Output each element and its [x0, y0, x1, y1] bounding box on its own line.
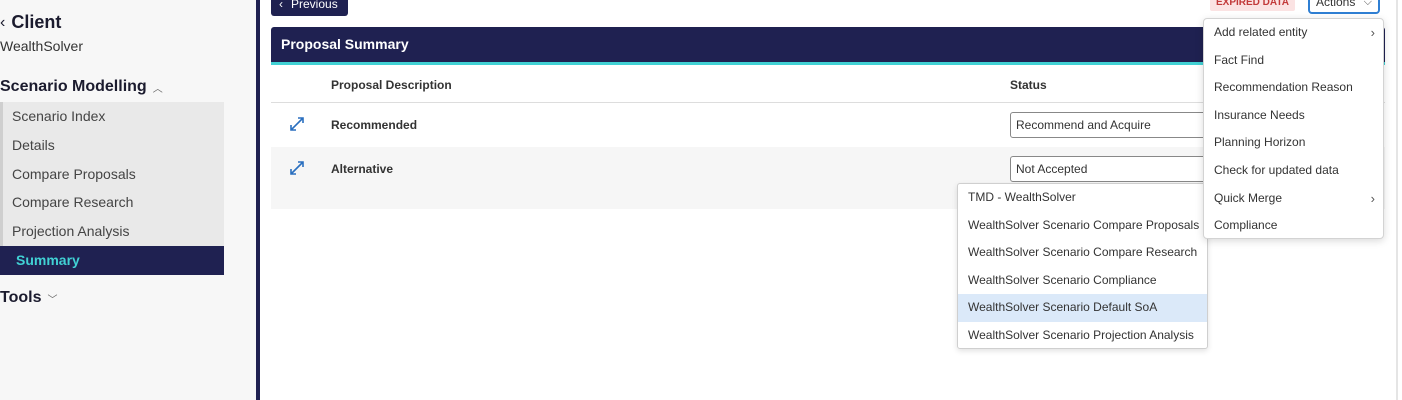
- client-name: WealthSolver: [0, 38, 84, 54]
- actions-button[interactable]: Actions ⌵: [1308, 0, 1380, 14]
- expired-data-badge: EXPIRED DATA: [1210, 0, 1295, 11]
- chevron-right-icon: ›: [1370, 190, 1375, 206]
- proposal-description: Alternative: [331, 162, 394, 176]
- menu-item-check-updated-data[interactable]: Check for updated data: [1204, 157, 1383, 185]
- previous-label: Previous: [291, 0, 338, 11]
- expand-icon[interactable]: [289, 160, 305, 176]
- dropdown-option[interactable]: WealthSolver Scenario Projection Analysi…: [958, 322, 1207, 350]
- menu-item-insurance-needs[interactable]: Insurance Needs: [1204, 102, 1383, 130]
- chevron-left-icon: ‹: [0, 13, 6, 31]
- status-select[interactable]: Recommend and Acquire: [1010, 112, 1210, 138]
- nav-item-compare-research[interactable]: Compare Research: [0, 188, 224, 218]
- dropdown-option[interactable]: TMD - WealthSolver: [958, 184, 1207, 212]
- right-scroll-edge: [1396, 0, 1398, 400]
- client-label: Client: [11, 12, 62, 32]
- client-back-link[interactable]: ‹ Client: [0, 12, 61, 33]
- menu-item-fact-find[interactable]: Fact Find: [1204, 47, 1383, 75]
- menu-item-add-related-entity[interactable]: Add related entity ›: [1204, 19, 1383, 47]
- dropdown-option[interactable]: WealthSolver Scenario Compare Research: [958, 239, 1207, 267]
- menu-item-compliance[interactable]: Compliance: [1204, 212, 1383, 240]
- actions-menu: Add related entity › Fact Find Recommend…: [1203, 18, 1384, 239]
- chevron-left-icon: ‹: [279, 0, 283, 11]
- previous-button[interactable]: ‹ Previous: [271, 0, 348, 16]
- actions-label: Actions: [1316, 0, 1356, 9]
- nav-item-summary[interactable]: Summary: [0, 245, 224, 275]
- column-header-status: Status: [1010, 78, 1047, 92]
- chevron-right-icon: ›: [1370, 25, 1375, 40]
- section-tools-label: Tools: [0, 289, 42, 306]
- section-scenario-label: Scenario Modelling: [0, 78, 147, 95]
- dropdown-option-highlighted[interactable]: WealthSolver Scenario Default SoA: [958, 294, 1207, 322]
- scenario-nav: Scenario Index Details Compare Proposals…: [0, 102, 224, 275]
- section-scenario-modelling[interactable]: Scenario Modelling ︿: [0, 78, 163, 96]
- nav-item-scenario-index[interactable]: Scenario Index: [0, 102, 224, 131]
- section-tools[interactable]: Tools ﹀: [0, 289, 57, 307]
- menu-item-quick-merge[interactable]: Quick Merge ›: [1204, 185, 1383, 213]
- nav-item-projection-analysis[interactable]: Projection Analysis: [0, 217, 224, 246]
- nav-item-details[interactable]: Details: [0, 130, 224, 160]
- dropdown-option[interactable]: WealthSolver Scenario Compare Proposals: [958, 212, 1207, 240]
- column-header-description: Proposal Description: [331, 78, 452, 92]
- menu-item-planning-horizon[interactable]: Planning Horizon: [1204, 129, 1383, 157]
- sidebar: ‹ Client WealthSolver Scenario Modelling…: [0, 0, 256, 400]
- menu-item-recommendation-reason[interactable]: Recommendation Reason: [1204, 74, 1383, 102]
- nav-item-compare-proposals[interactable]: Compare Proposals: [0, 159, 224, 189]
- menu-item-label: Insurance Needs: [1214, 107, 1305, 122]
- menu-item-label: Compliance: [1214, 218, 1278, 233]
- status-select[interactable]: Not Accepted: [1010, 156, 1210, 182]
- chevron-up-icon: ︿: [152, 83, 163, 95]
- chevron-down-icon: ⌵: [1363, 0, 1372, 8]
- expand-icon[interactable]: [289, 116, 305, 132]
- menu-item-label: Fact Find: [1214, 52, 1265, 67]
- menu-item-label: Planning Horizon: [1214, 135, 1306, 150]
- dropdown-option[interactable]: WealthSolver Scenario Compliance: [958, 267, 1207, 295]
- menu-item-label: Recommendation Reason: [1214, 80, 1353, 95]
- template-dropdown: TMD - WealthSolver WealthSolver Scenario…: [957, 183, 1208, 349]
- menu-item-label: Add related entity: [1214, 25, 1308, 39]
- proposal-description: Recommended: [331, 118, 418, 132]
- menu-item-label: Quick Merge: [1214, 190, 1283, 205]
- menu-item-label: Check for updated data: [1214, 162, 1339, 177]
- chevron-down-icon: ﹀: [47, 294, 58, 306]
